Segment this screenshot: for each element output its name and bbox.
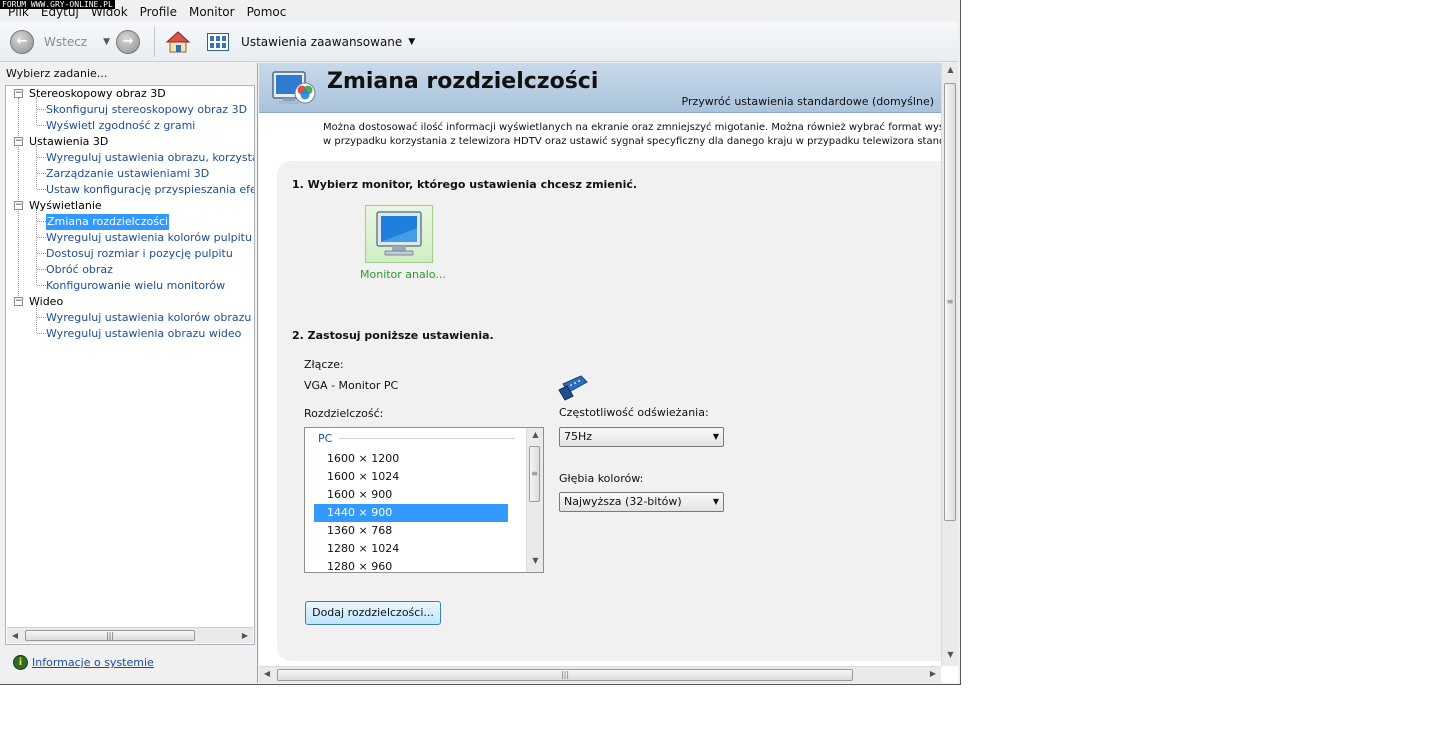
tree-category-display[interactable]: Wyświetlanie: [29, 198, 102, 214]
color-depth-value: Najwyższa (32-bitów): [564, 495, 682, 508]
tree-item-desktop-size[interactable]: Dostosuj rozmiar i pozycję pulpitu: [46, 246, 233, 262]
toolbar: ← Wstecz ▼ → Ustawienia zaawansowane ▼: [0, 22, 958, 62]
task-sidebar: Wybierz zadanie... − Stereoskopowy obraz…: [0, 63, 258, 683]
tree-item-desktop-color[interactable]: Wyreguluj ustawienia kolorów pulpitu: [46, 230, 252, 246]
tree-item-video-image[interactable]: Wyreguluj ustawienia obrazu wideo: [46, 326, 241, 342]
forward-button[interactable]: →: [116, 29, 141, 54]
resolution-item-selected[interactable]: 1440 × 900: [314, 504, 508, 522]
collapse-icon[interactable]: −: [14, 89, 23, 98]
monitor-select-tile[interactable]: [365, 205, 433, 263]
refresh-rate-value: 75Hz: [564, 430, 593, 443]
menu-profile[interactable]: Profile: [134, 5, 183, 19]
page-description: Można dostosować ilość informacji wyświe…: [323, 121, 941, 149]
resolution-list-scrollbar[interactable]: ▲ ≡ ▼: [526, 428, 543, 572]
tree-item-manage-3d[interactable]: Zarządzanie ustawieniami 3D: [46, 166, 209, 182]
nvidia-control-panel-window: FORUM WWW.GRY-ONLINE.PL Plik Edytuj Wido…: [0, 0, 961, 685]
sidebar-header: Wybierz zadanie...: [6, 67, 108, 80]
description-line: Można dostosować ilość informacji wyświe…: [323, 122, 941, 133]
chevron-down-icon[interactable]: ▼: [408, 37, 415, 47]
system-info-link[interactable]: Informacje o systemie: [32, 656, 154, 669]
scroll-down-icon[interactable]: ▼: [942, 650, 959, 664]
scroll-up-icon[interactable]: ▲: [527, 430, 543, 444]
main-vertical-scrollbar[interactable]: ▲ ≡ ▼: [941, 63, 958, 666]
collapse-icon[interactable]: −: [14, 297, 23, 306]
color-depth-label: Głębia kolorów:: [559, 472, 644, 485]
menu-bar: Plik Edytuj Widok Profile Monitor Pomoc: [0, 3, 958, 21]
tree-item-stereo-config[interactable]: Skonfiguruj stereoskopowy obraz 3D: [46, 102, 247, 118]
system-info: i Informacje o systemie: [13, 655, 154, 670]
page-banner: Zmiana rozdzielczości Przywróć ustawieni…: [259, 63, 942, 113]
toolbar-separator: [154, 26, 156, 57]
section-heading-settings: 2. Zastosuj poniższe ustawienia.: [292, 329, 494, 342]
forward-arrow-icon: →: [122, 34, 134, 49]
menu-pomoc[interactable]: Pomoc: [241, 5, 293, 19]
tree-line: [36, 145, 37, 189]
main-horizontal-scrollbar[interactable]: ◀ ||| ▶: [259, 666, 941, 683]
scrollbar-thumb[interactable]: |||: [25, 630, 195, 641]
resolution-item[interactable]: 1280 × 1024: [314, 540, 508, 558]
tree-category-video[interactable]: Wideo: [29, 294, 63, 310]
collapse-icon[interactable]: −: [14, 137, 23, 146]
tree-item-physx[interactable]: Ustaw konfigurację przyspieszania efektó…: [46, 182, 254, 198]
advanced-settings-menu[interactable]: Ustawienia zaawansowane: [241, 35, 402, 49]
resolution-list[interactable]: PC 1600 × 1200 1600 × 1024 1600 × 900 14…: [304, 427, 544, 573]
scroll-right-icon[interactable]: ▶: [925, 669, 941, 678]
resolution-item[interactable]: 1600 × 1200: [314, 450, 508, 468]
scroll-up-icon[interactable]: ▲: [942, 65, 959, 79]
tree-category-3d[interactable]: Ustawienia 3D: [29, 134, 108, 150]
monitor-label[interactable]: Monitor analo...: [360, 268, 446, 281]
home-icon[interactable]: [165, 29, 191, 55]
back-label: Wstecz: [44, 34, 88, 49]
group-divider: [339, 438, 515, 439]
refresh-rate-label: Częstotliwość odświeżania:: [559, 406, 709, 419]
page-title: Zmiana rozdzielczości: [327, 69, 599, 94]
connector-value: VGA - Monitor PC: [304, 379, 399, 392]
chevron-down-icon: ▼: [712, 497, 719, 506]
tree-category-stereo[interactable]: Stereoskopowy obraz 3D: [29, 86, 166, 102]
scrollbar-thumb[interactable]: ≡: [529, 446, 540, 502]
task-tree: − Stereoskopowy obraz 3D Skonfiguruj ste…: [5, 85, 255, 645]
tree-horizontal-scrollbar[interactable]: ◀ ||| ▶: [7, 627, 253, 643]
monitor-icon: [376, 211, 422, 256]
resolution-item[interactable]: 1360 × 768: [314, 522, 508, 540]
tree-item-rotate[interactable]: Obróć obraz: [46, 262, 113, 278]
description-line: w przypadku korzystania z telewizora HDT…: [323, 136, 941, 147]
resolution-group-label: PC: [318, 432, 333, 445]
resolution-item[interactable]: 1600 × 1024: [314, 468, 508, 486]
info-icon: i: [13, 655, 28, 670]
scrollbar-thumb[interactable]: |||: [277, 669, 853, 681]
menu-monitor[interactable]: Monitor: [183, 5, 241, 19]
display-settings-icon: [272, 71, 316, 104]
scroll-left-icon[interactable]: ◀: [259, 669, 275, 678]
back-history-dropdown[interactable]: ▼: [103, 37, 110, 47]
grid-view-icon[interactable]: [207, 32, 230, 51]
vga-connector-icon: [558, 375, 588, 401]
tree-item-change-resolution[interactable]: Zmiana rozdzielczości: [46, 214, 170, 230]
scroll-left-icon[interactable]: ◀: [7, 631, 23, 640]
back-button[interactable]: ←: [10, 29, 34, 54]
resolution-item[interactable]: 1280 × 960: [314, 558, 508, 572]
scrollbar-thumb[interactable]: ≡: [944, 83, 956, 521]
refresh-rate-select[interactable]: 75Hz ▼: [559, 427, 724, 447]
resolution-label: Rozdzielczość:: [304, 407, 384, 420]
tree-item-game-compat[interactable]: Wyświetl zgodność z grami: [46, 118, 195, 134]
watermark: FORUM WWW.GRY-ONLINE.PL: [0, 0, 115, 9]
section-heading-monitor: 1. Wybierz monitor, którego ustawienia c…: [292, 178, 638, 191]
connector-label: Złącze:: [304, 358, 344, 371]
restore-defaults-link[interactable]: Przywróć ustawienia standardowe (domyśln…: [682, 95, 934, 108]
color-depth-select[interactable]: Najwyższa (32-bitów) ▼: [559, 492, 724, 512]
scroll-right-icon[interactable]: ▶: [237, 631, 253, 640]
add-resolution-button[interactable]: Dodaj rozdzielczości...: [305, 601, 441, 625]
back-arrow-icon: ←: [16, 34, 28, 49]
main-content: Zmiana rozdzielczości Przywróć ustawieni…: [259, 63, 958, 683]
collapse-icon[interactable]: −: [14, 201, 23, 210]
tree-item-video-color[interactable]: Wyreguluj ustawienia kolorów obrazu wide…: [46, 310, 254, 326]
tree-item-multi-monitor[interactable]: Konfigurowanie wielu monitorów: [46, 278, 225, 294]
scroll-down-icon[interactable]: ▼: [527, 556, 543, 570]
tree-item-image-settings[interactable]: Wyreguluj ustawienia obrazu, korzystając…: [46, 150, 254, 166]
chevron-down-icon: ▼: [712, 432, 719, 441]
resolution-item[interactable]: 1600 × 900: [314, 486, 508, 504]
